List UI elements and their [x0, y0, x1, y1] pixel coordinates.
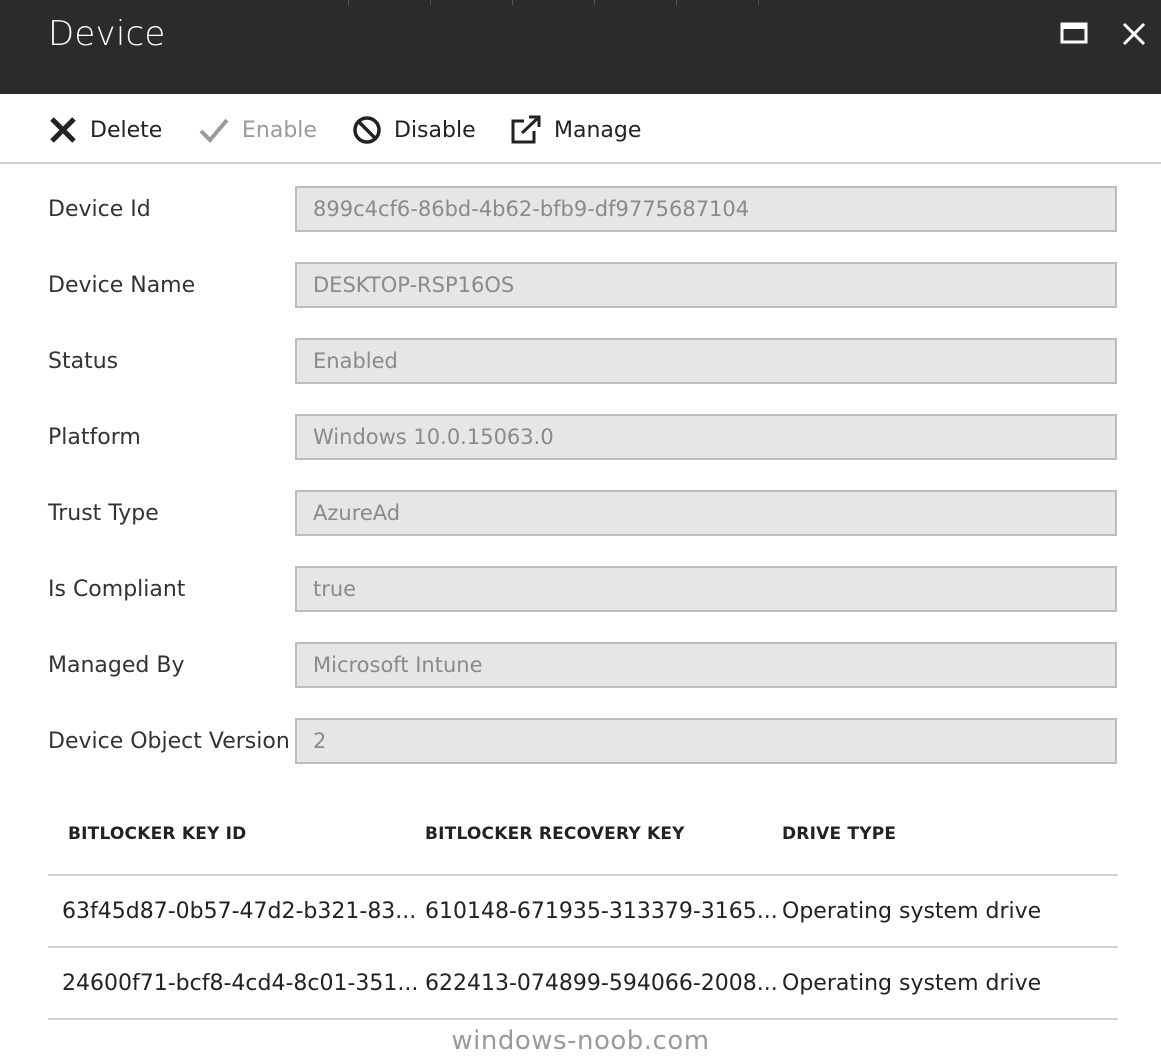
- column-header-key-id[interactable]: BITLOCKER KEY ID: [68, 824, 246, 844]
- key-id-cell: 63f45d87-0b57-47d2-b321-83...: [62, 899, 417, 924]
- manage-button[interactable]: Manage: [510, 112, 641, 148]
- top-tab-separators: [0, 0, 1161, 5]
- device-id-field[interactable]: 899c4cf6-86bd-4b62-bfb9-df9775687104: [295, 186, 1117, 232]
- page-title: Device: [48, 14, 166, 54]
- drive-type-cell: Operating system drive: [782, 971, 1042, 996]
- device-id-label: Device Id: [48, 197, 151, 222]
- column-header-drive-type[interactable]: DRIVE TYPE: [782, 824, 896, 844]
- managed-by-label: Managed By: [48, 653, 185, 678]
- maximize-button[interactable]: [1056, 16, 1092, 52]
- platform-field[interactable]: Windows 10.0.15063.0: [295, 414, 1117, 460]
- command-bar: Delete Enable Disable Manage: [0, 94, 1161, 164]
- status-field[interactable]: Enabled: [295, 338, 1117, 384]
- watermark: windows-noob.com: [451, 1026, 710, 1056]
- key-id-cell: 24600f71-bcf8-4cd4-8c01-351...: [62, 971, 419, 996]
- is-compliant-label: Is Compliant: [48, 577, 186, 602]
- drive-type-cell: Operating system drive: [782, 899, 1042, 924]
- external-link-icon: [511, 115, 541, 144]
- header-divider: [48, 874, 1118, 876]
- device-name-field[interactable]: DESKTOP-RSP16OS: [295, 262, 1117, 308]
- close-button[interactable]: [1116, 16, 1152, 52]
- device-object-version-field[interactable]: 2: [295, 718, 1117, 764]
- is-compliant-field[interactable]: true: [295, 566, 1117, 612]
- disable-label: Disable: [394, 117, 476, 143]
- row-divider: [48, 946, 1118, 948]
- block-icon: [353, 116, 381, 144]
- platform-label: Platform: [48, 425, 141, 450]
- managed-by-field[interactable]: Microsoft Intune: [295, 642, 1117, 688]
- trust-type-field[interactable]: AzureAd: [295, 490, 1117, 536]
- delete-label: Delete: [90, 117, 163, 143]
- checkmark-icon: [199, 118, 229, 143]
- x-icon: [50, 117, 76, 143]
- close-icon: [1122, 22, 1146, 46]
- status-label: Status: [48, 349, 119, 374]
- manage-label: Manage: [554, 117, 642, 143]
- delete-button[interactable]: Delete: [48, 112, 162, 148]
- disable-button[interactable]: Disable: [352, 112, 476, 148]
- enable-button[interactable]: Enable: [198, 112, 317, 148]
- row-divider: [48, 1018, 1118, 1020]
- column-header-recovery-key[interactable]: BITLOCKER RECOVERY KEY: [425, 824, 685, 844]
- blade-header: Device: [0, 0, 1161, 94]
- device-name-label: Device Name: [48, 273, 196, 298]
- trust-type-label: Trust Type: [48, 501, 159, 526]
- recovery-key-cell: 610148-671935-313379-3165...: [425, 899, 778, 924]
- maximize-icon: [1060, 22, 1088, 44]
- device-object-version-label: Device Object Version: [48, 729, 290, 754]
- recovery-key-cell: 622413-074899-594066-2008...: [425, 971, 778, 996]
- enable-label: Enable: [242, 117, 317, 143]
